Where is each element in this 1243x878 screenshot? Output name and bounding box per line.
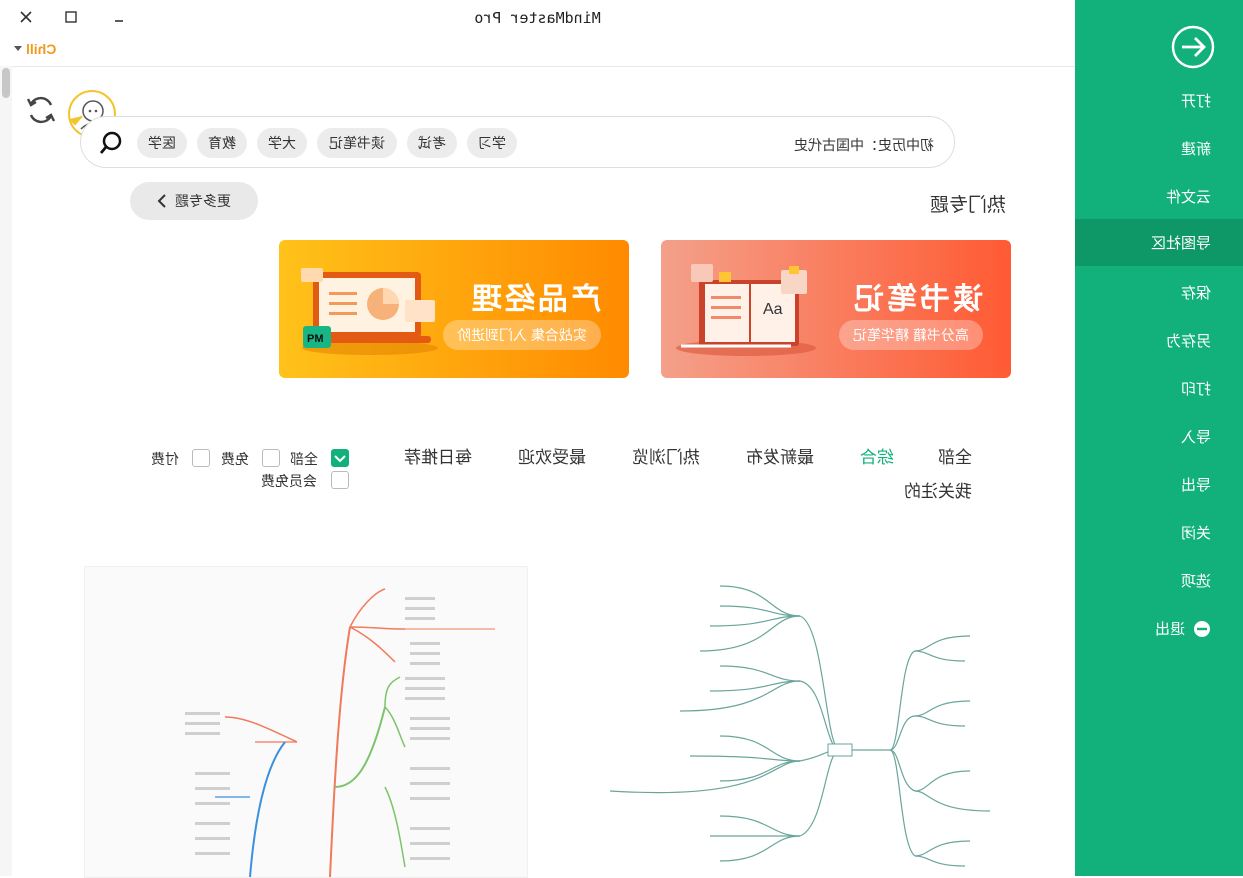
tab-hot[interactable]: 热门浏览	[632, 443, 700, 468]
chip-education[interactable]: 教育	[197, 128, 247, 158]
chip-medicine[interactable]: 医学	[137, 128, 187, 158]
sidebar-item-print[interactable]: 打印	[1075, 365, 1243, 412]
banner-subtitle: 高分书籍 精华笔记	[839, 320, 983, 350]
banner-product-manager[interactable]: PM 产品经理 实战合集 入门到进阶	[279, 240, 629, 378]
banner-reading-notes[interactable]: Aa 读书笔记 高分书籍 精华笔记	[661, 240, 1011, 378]
sidebar-item-community[interactable]: 导图社区	[1075, 219, 1243, 266]
sidebar-item-save-as[interactable]: 另存为	[1075, 317, 1243, 364]
mindmap-thumbnail	[185, 588, 495, 877]
sidebar-item-new[interactable]: 新建	[1075, 125, 1243, 172]
more-topics-button[interactable]: 更多专题	[130, 182, 258, 220]
filter-paid-label: 付费	[151, 451, 179, 467]
header-divider	[0, 66, 1075, 67]
window-title: MindMaster Pro	[474, 9, 601, 27]
filter-all-label: 全部	[290, 451, 318, 467]
search-icon[interactable]	[98, 130, 124, 161]
chip-exam[interactable]: 考试	[407, 128, 457, 158]
tab-following[interactable]: 我关注的	[904, 477, 972, 502]
svg-text:Aa: Aa	[763, 301, 783, 318]
filter-free-label: 免费	[221, 451, 249, 467]
tab-popular[interactable]: 最受欢迎	[518, 443, 586, 468]
refresh-icon[interactable]	[24, 93, 58, 132]
banner-subtitle: 实战合集 入门到进阶	[443, 320, 601, 350]
banner-title: 读书笔记	[851, 283, 983, 316]
mindmap-thumbnail	[609, 585, 991, 867]
filter-free-checkbox[interactable]	[262, 449, 280, 467]
filter-member-free-checkbox[interactable]	[331, 471, 349, 489]
banner-title: 产品经理	[469, 283, 601, 316]
sidebar: 打开 新建 云文件 导图社区 保存 另存为 打印 导入 导出 关闭 选项 退出	[1075, 0, 1243, 876]
sidebar-item-close[interactable]: 关闭	[1075, 509, 1243, 556]
vertical-scrollbar[interactable]	[0, 66, 12, 876]
chevron-left-icon	[157, 194, 166, 208]
filter-paid-checkbox[interactable]	[192, 449, 210, 467]
minus-circle-icon	[1194, 620, 1210, 637]
check-icon	[334, 455, 346, 463]
scrollbar-thumb[interactable]	[2, 68, 10, 98]
tab-all[interactable]: 全部	[938, 443, 972, 468]
sidebar-item-cloud-files[interactable]: 云文件	[1075, 173, 1243, 220]
user-menu[interactable]: Chill	[14, 41, 56, 57]
filter-member-free-label: 会员免费	[261, 473, 317, 489]
mindmap-preview-card[interactable]	[570, 566, 1010, 876]
mindmap-preview-card[interactable]	[84, 566, 528, 878]
sidebar-item-exit[interactable]: 退出	[1075, 605, 1243, 652]
user-name: Chill	[26, 41, 57, 57]
sidebar-item-import[interactable]: 导入	[1075, 413, 1243, 460]
svg-text:PM: PM	[307, 333, 324, 345]
filter-all-checkbox[interactable]	[331, 449, 349, 467]
chip-university[interactable]: 大学	[257, 128, 307, 158]
search-query[interactable]: 初中历史：中国古代史	[794, 135, 934, 155]
sidebar-item-options[interactable]: 选项	[1075, 557, 1243, 604]
tab-general[interactable]: 综合	[860, 443, 894, 468]
chip-study[interactable]: 学习	[467, 128, 517, 158]
book-illustration: Aa	[676, 264, 816, 356]
tab-daily[interactable]: 每日推荐	[404, 443, 472, 468]
back-arrow-icon[interactable]	[1171, 25, 1215, 74]
caret-down-icon	[14, 46, 22, 51]
sidebar-item-open[interactable]: 打开	[1075, 77, 1243, 124]
section-title: 热门专题	[930, 195, 1007, 216]
laptop-illustration: PM	[301, 268, 438, 355]
sidebar-item-export[interactable]: 导出	[1075, 461, 1243, 508]
sidebar-item-save[interactable]: 保存	[1075, 269, 1243, 316]
tab-newest[interactable]: 最新发布	[746, 443, 814, 468]
chip-reading-notes[interactable]: 读书笔记	[317, 128, 397, 158]
